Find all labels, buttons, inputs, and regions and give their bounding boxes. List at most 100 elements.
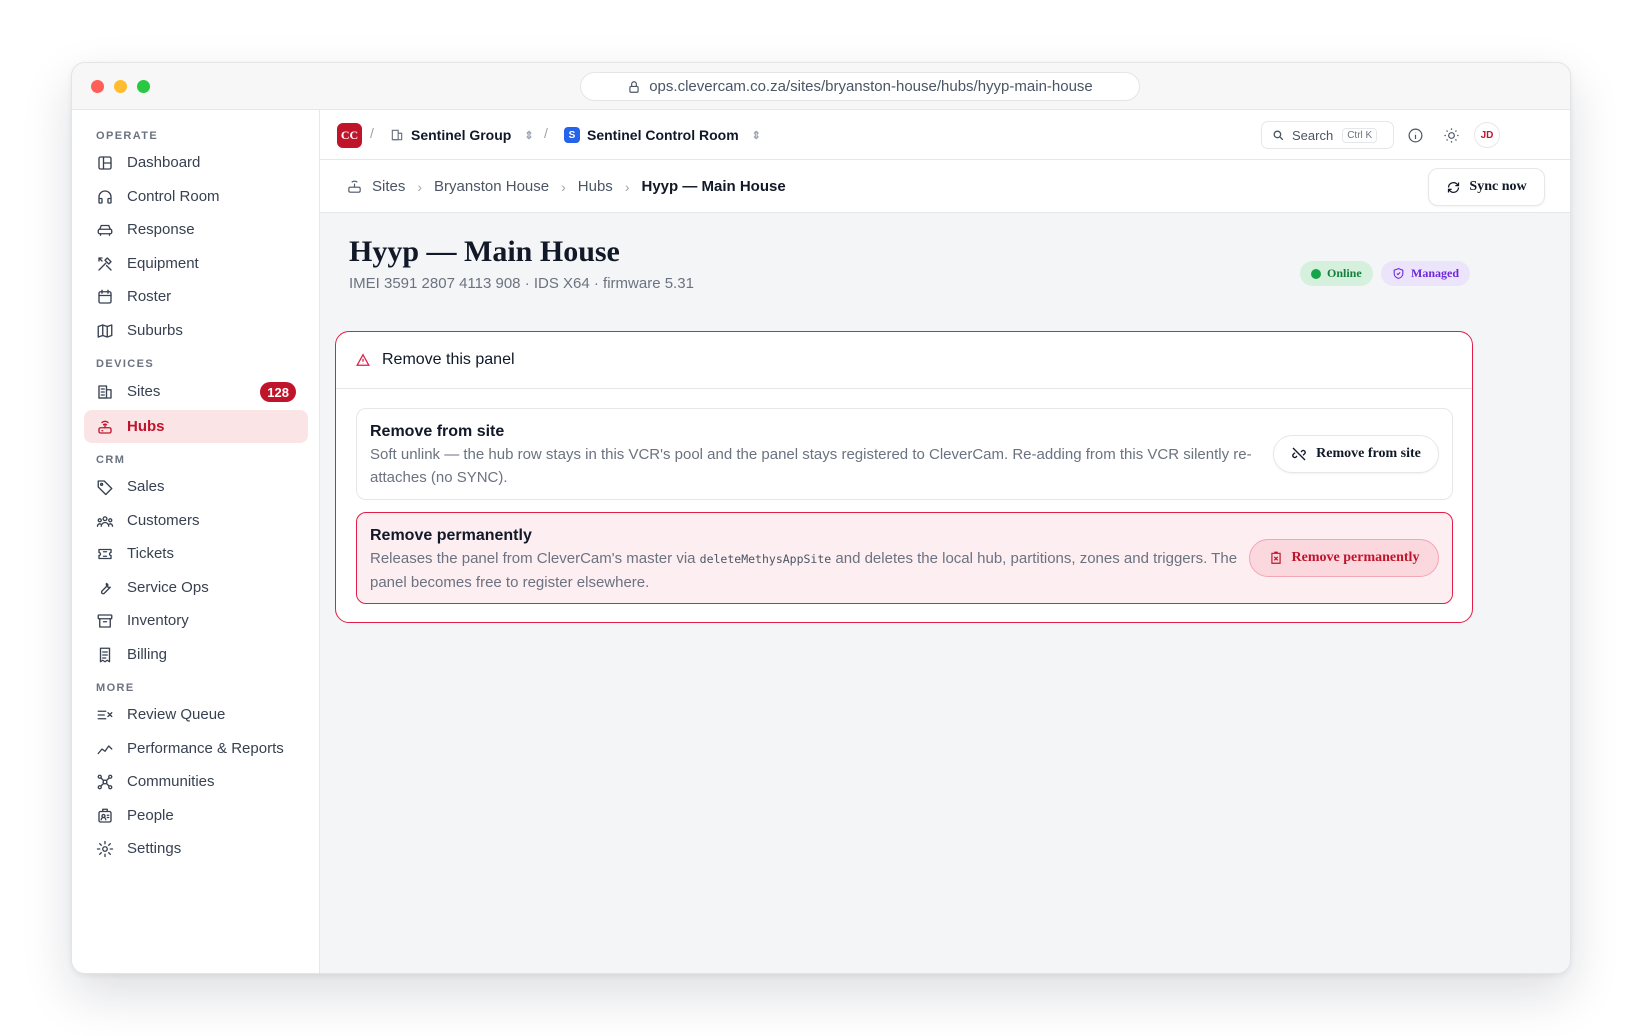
- section-label-more: MORE: [96, 682, 135, 694]
- sidebar-item-label: Sales: [127, 478, 165, 495]
- sidebar-item-tickets[interactable]: Tickets: [84, 537, 308, 570]
- chevron-updown-icon: ⇕: [751, 129, 761, 142]
- breadcrumb-bryanston-house[interactable]: Bryanston House: [434, 178, 549, 195]
- danger-zone-header: Remove this panel: [336, 332, 1472, 389]
- sidebar-item-communities[interactable]: Communities: [84, 765, 308, 798]
- trash-icon: [1270, 551, 1281, 564]
- browser-titlebar: ops.clevercam.co.za/sites/bryanston-hous…: [72, 63, 1570, 110]
- sidebar-item-label: People: [127, 807, 174, 824]
- org-name: Sentinel Group: [411, 127, 512, 143]
- danger-zone-title: Remove this panel: [382, 351, 515, 368]
- sidebar-item-people[interactable]: People: [84, 799, 308, 832]
- sidebar-item-label: Sites: [127, 383, 161, 400]
- sidebar-item-label: Response: [127, 221, 195, 238]
- theme-toggle-icon[interactable]: [1441, 125, 1461, 145]
- sidebar-item-label: Review Queue: [127, 706, 226, 723]
- control-room-switcher[interactable]: S Sentinel Control Room ⇕: [564, 124, 761, 146]
- sidebar-item-settings[interactable]: Settings: [84, 832, 308, 865]
- description-text: Releases the panel from CleverCam's mast…: [370, 550, 700, 567]
- maximize-window-button[interactable]: [137, 80, 150, 93]
- sidebar-item-response[interactable]: Response: [84, 213, 308, 246]
- sidebar: OPERATE Dashboard Control Room Response …: [72, 110, 320, 973]
- address-bar[interactable]: ops.clevercam.co.za/sites/bryanston-hous…: [580, 72, 1140, 101]
- sidebar-item-review-queue[interactable]: Review Queue: [84, 698, 308, 731]
- control-room-badge: S: [564, 127, 580, 143]
- sidebar-item-label: Inventory: [127, 612, 189, 629]
- sidebar-item-label: Customers: [127, 512, 200, 529]
- browser-window: ops.clevercam.co.za/sites/bryanston-hous…: [71, 62, 1571, 974]
- section-label-crm: CRM: [96, 454, 126, 466]
- org-logo[interactable]: CC: [337, 123, 362, 148]
- search-button[interactable]: Search Ctrl K: [1261, 121, 1394, 149]
- sync-now-label: Sync now: [1469, 179, 1527, 194]
- sidebar-item-customers[interactable]: Customers: [84, 504, 308, 537]
- org-switcher[interactable]: Sentinel Group ⇕: [390, 124, 534, 146]
- topbar-separator: /: [370, 125, 374, 141]
- sidebar-item-performance-reports[interactable]: Performance & Reports: [84, 732, 308, 765]
- headset-icon: [96, 188, 114, 206]
- sidebar-item-dashboard[interactable]: Dashboard: [84, 146, 308, 179]
- sidebar-item-service-ops[interactable]: Service Ops: [84, 571, 308, 604]
- sidebar-item-label: Billing: [127, 646, 168, 663]
- status-managed-label: Managed: [1411, 266, 1459, 280]
- lock-icon: [629, 80, 639, 93]
- url-text: ops.clevercam.co.za/sites/bryanston-hous…: [649, 78, 1093, 95]
- minimize-window-button[interactable]: [114, 80, 127, 93]
- router-icon: [346, 178, 363, 195]
- layout-icon: [96, 154, 114, 172]
- breadcrumb-hubs[interactable]: Hubs: [578, 178, 613, 195]
- sidebar-item-roster[interactable]: Roster: [84, 280, 308, 313]
- unlink-icon: [1292, 447, 1306, 461]
- sidebar-item-label: Service Ops: [127, 579, 209, 596]
- remove-from-site-option: Remove from site Soft unlink — the hub r…: [356, 408, 1453, 500]
- archive-icon: [96, 612, 114, 630]
- breadcrumb: Sites › Bryanston House › Hubs › Hyyp — …: [346, 160, 786, 213]
- sidebar-item-label: Hubs: [127, 418, 165, 435]
- page-subtitle: IMEI 3591 2807 4113 908 · IDS X64 · firm…: [349, 275, 694, 292]
- sidebar-item-label: Roster: [127, 288, 172, 305]
- calendar-icon: [96, 288, 114, 306]
- search-shortcut: Ctrl K: [1342, 127, 1378, 143]
- sidebar-item-label: Suburbs: [127, 322, 183, 339]
- sidebar-item-label: Communities: [127, 773, 215, 790]
- avatar[interactable]: JD: [1474, 122, 1500, 148]
- sidebar-item-suburbs[interactable]: Suburbs: [84, 314, 308, 347]
- info-icon[interactable]: [1405, 125, 1425, 145]
- sidebar-item-inventory[interactable]: Inventory: [84, 604, 308, 637]
- remove-permanently-button[interactable]: Remove permanently: [1249, 539, 1439, 577]
- id-badge-icon: [96, 807, 114, 825]
- breadcrumb-sites[interactable]: Sites: [372, 178, 405, 195]
- chevron-right-icon: ›: [561, 178, 566, 195]
- network-icon: [96, 773, 114, 791]
- map-icon: [96, 322, 114, 340]
- sidebar-item-label: Tickets: [127, 545, 174, 562]
- sidebar-item-equipment[interactable]: Equipment: [84, 247, 308, 280]
- router-icon: [96, 418, 114, 436]
- sidebar-item-label: Performance & Reports: [127, 740, 284, 757]
- chevron-right-icon: ›: [417, 178, 423, 195]
- topbar-separator: /: [544, 125, 548, 141]
- ticket-icon: [96, 545, 114, 563]
- shield-icon: [1393, 268, 1404, 279]
- building-icon: [96, 383, 114, 401]
- warning-icon: [356, 353, 370, 366]
- chevron-updown-icon: ⇕: [524, 129, 534, 142]
- sync-now-button[interactable]: Sync now: [1428, 168, 1545, 206]
- sidebar-item-control-room[interactable]: Control Room: [84, 180, 308, 213]
- remove-from-site-button[interactable]: Remove from site: [1273, 435, 1439, 473]
- section-label-devices: DEVICES: [96, 358, 155, 370]
- option-description: Releases the panel from CleverCam's mast…: [370, 547, 1265, 594]
- building-icon: [391, 129, 403, 141]
- sidebar-item-hubs[interactable]: Hubs: [84, 410, 308, 443]
- close-window-button[interactable]: [91, 80, 104, 93]
- sidebar-item-billing[interactable]: Billing: [84, 638, 308, 671]
- remove-permanently-label: Remove permanently: [1291, 550, 1420, 565]
- option-title: Remove permanently: [370, 527, 532, 544]
- car-icon: [96, 221, 114, 239]
- breadcrumb-bar: Sites › Bryanston House › Hubs › Hyyp — …: [320, 160, 1570, 213]
- sidebar-item-sales[interactable]: Sales: [84, 470, 308, 503]
- trend-icon: [96, 740, 114, 758]
- tag-icon: [96, 478, 114, 496]
- users-icon: [96, 512, 114, 530]
- sidebar-item-sites[interactable]: Sites 128: [84, 375, 308, 408]
